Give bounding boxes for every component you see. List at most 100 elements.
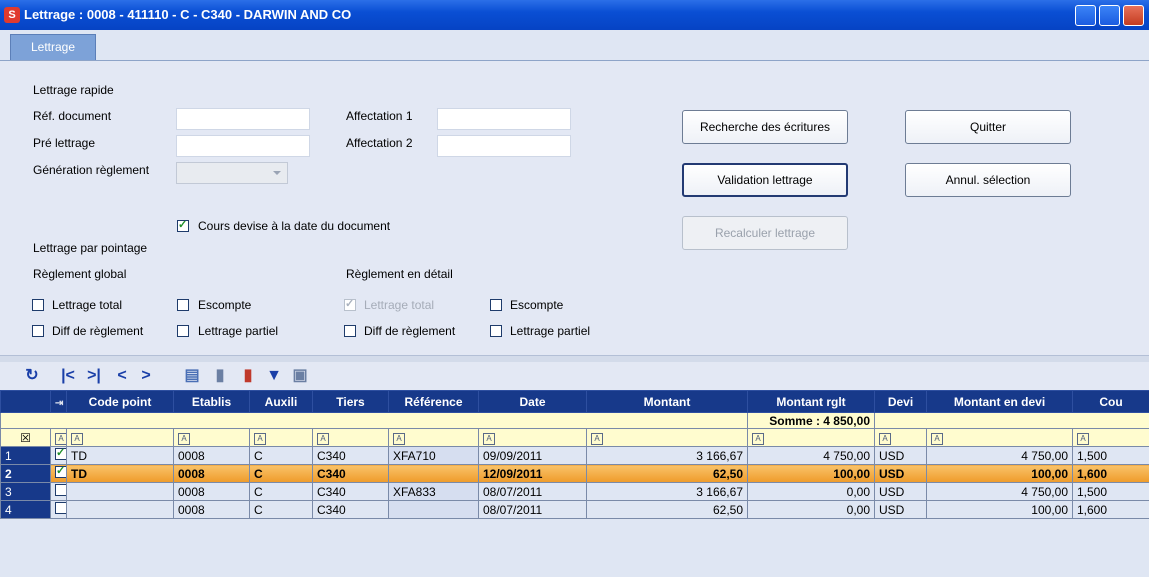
filter-cell[interactable]: A (747, 428, 875, 447)
cell-ref[interactable]: XFA833 (388, 482, 479, 501)
filter-cell[interactable]: A (586, 428, 748, 447)
cell-cours[interactable]: 1,600 (1072, 500, 1149, 519)
row-checkbox[interactable] (50, 464, 67, 483)
recalculer-lettrage-button[interactable]: Recalculer lettrage (682, 216, 848, 250)
cell-devise[interactable]: USD (874, 446, 927, 465)
export-icon[interactable]: ▤ (182, 366, 202, 386)
checkbox-icon[interactable] (55, 448, 66, 460)
quitter-button[interactable]: Quitter (905, 110, 1071, 144)
detail-lettrage-total-checkbox[interactable] (344, 297, 356, 311)
filter-cell[interactable]: A (926, 428, 1073, 447)
cell-etab[interactable]: 0008 (173, 500, 250, 519)
table-row-selected[interactable]: 2 TD 0008 C C340 12/09/2011 62,50 100,00… (0, 464, 1149, 483)
cell-cours[interactable]: 1,500 (1072, 482, 1149, 501)
filter-cell[interactable]: A (874, 428, 927, 447)
generation-reglement-select[interactable] (176, 162, 288, 184)
cell-montant[interactable]: 3 166,67 (586, 482, 748, 501)
cell-tiers[interactable]: C340 (312, 464, 389, 483)
maximize-button[interactable] (1099, 5, 1120, 26)
cell-date[interactable]: 08/07/2011 (478, 482, 587, 501)
minimize-button[interactable] (1075, 5, 1096, 26)
cell-mdevise[interactable]: 4 750,00 (926, 482, 1073, 501)
row-checkbox[interactable] (50, 482, 67, 501)
filter-cell[interactable]: A (1072, 428, 1149, 447)
detail-diff-reglement-checkbox[interactable] (344, 325, 356, 337)
header-code-point[interactable]: Code point (66, 390, 174, 413)
filter-clear-icon[interactable]: ☒ (0, 428, 51, 447)
cell-date[interactable]: 09/09/2011 (478, 446, 587, 465)
cell-mdevise[interactable]: 100,00 (926, 464, 1073, 483)
preview-icon[interactable]: ▣ (290, 366, 310, 386)
table-row[interactable]: 1 TD 0008 C C340 XFA710 09/09/2011 3 166… (0, 446, 1149, 465)
row-checkbox[interactable] (50, 446, 67, 465)
cell-montant[interactable]: 62,50 (586, 500, 748, 519)
cell-ref[interactable] (388, 500, 479, 519)
cell-aux[interactable]: C (249, 482, 313, 501)
detail-escompte-checkbox[interactable] (490, 299, 502, 311)
tab-lettrage[interactable]: Lettrage (10, 34, 96, 60)
header-devise[interactable]: Devi (874, 390, 927, 413)
cell-aux[interactable]: C (249, 464, 313, 483)
header-montant-devise[interactable]: Montant en devi (926, 390, 1073, 413)
global-lettrage-partiel-checkbox[interactable] (177, 325, 189, 337)
pre-lettrage-input[interactable] (176, 135, 310, 157)
header-montant-rglt[interactable]: Montant rglt (747, 390, 875, 413)
header-tiers[interactable]: Tiers (312, 390, 389, 413)
cell-devise[interactable]: USD (874, 500, 927, 519)
refresh-icon[interactable]: ↻ (22, 366, 42, 386)
annul-selection-button[interactable]: Annul. sélection (905, 163, 1071, 197)
previous-record-icon[interactable]: < (112, 366, 132, 386)
dropdown-icon[interactable]: ▼ (264, 366, 284, 386)
cell-code[interactable] (66, 482, 174, 501)
cell-etab[interactable]: 0008 (173, 482, 250, 501)
header-montant[interactable]: Montant (586, 390, 748, 413)
cell-tiers[interactable]: C340 (312, 500, 389, 519)
filter-cell[interactable]: A (388, 428, 479, 447)
filter-cell[interactable]: A (173, 428, 250, 447)
recherche-ecritures-button[interactable]: Recherche des écritures (682, 110, 848, 144)
header-reference[interactable]: Référence (388, 390, 479, 413)
header-date[interactable]: Date (478, 390, 587, 413)
cell-montant[interactable]: 62,50 (586, 464, 748, 483)
filter-cell[interactable]: A (478, 428, 587, 447)
table-row[interactable]: 4 0008 C C340 08/07/2011 62,50 0,00 USD … (0, 500, 1149, 519)
table-row[interactable]: 3 0008 C C340 XFA833 08/07/2011 3 166,67… (0, 482, 1149, 501)
ref-document-input[interactable] (176, 108, 310, 130)
cell-aux[interactable]: C (249, 446, 313, 465)
cell-montant[interactable]: 3 166,67 (586, 446, 748, 465)
cell-cours[interactable]: 1,500 (1072, 446, 1149, 465)
checkbox-icon[interactable] (55, 466, 66, 478)
filter-cell[interactable]: A (66, 428, 174, 447)
cell-rglt[interactable]: 100,00 (747, 464, 875, 483)
cell-etab[interactable]: 0008 (173, 446, 250, 465)
book-red-icon[interactable]: ▮ (238, 366, 258, 386)
cell-code[interactable]: TD (66, 464, 174, 483)
detail-lettrage-partiel-checkbox[interactable] (490, 325, 502, 337)
header-etablis[interactable]: Etablis (173, 390, 250, 413)
cell-tiers[interactable]: C340 (312, 446, 389, 465)
cell-mdevise[interactable]: 100,00 (926, 500, 1073, 519)
validation-lettrage-button[interactable]: Validation lettrage (682, 163, 848, 197)
cell-ref[interactable]: XFA710 (388, 446, 479, 465)
cell-rglt[interactable]: 0,00 (747, 500, 875, 519)
cell-code[interactable] (66, 500, 174, 519)
cell-date[interactable]: 08/07/2011 (478, 500, 587, 519)
filter-cell[interactable]: A (249, 428, 313, 447)
last-record-icon[interactable]: >| (84, 366, 104, 386)
global-diff-reglement-checkbox[interactable] (32, 325, 44, 337)
checkbox-icon[interactable] (55, 502, 66, 514)
cell-aux[interactable]: C (249, 500, 313, 519)
cell-ref[interactable] (388, 464, 479, 483)
row-checkbox[interactable] (50, 500, 67, 519)
book-icon[interactable]: ▮ (210, 366, 230, 386)
global-escompte-checkbox[interactable] (177, 299, 189, 311)
next-record-icon[interactable]: > (136, 366, 156, 386)
cell-devise[interactable]: USD (874, 464, 927, 483)
header-auxili[interactable]: Auxili (249, 390, 313, 413)
close-button[interactable] (1123, 5, 1144, 26)
cell-rglt[interactable]: 0,00 (747, 482, 875, 501)
header-cours[interactable]: Cou (1072, 390, 1149, 413)
cell-tiers[interactable]: C340 (312, 482, 389, 501)
affectation1-input[interactable] (437, 108, 571, 130)
cours-devise-checkbox[interactable] (177, 218, 189, 232)
